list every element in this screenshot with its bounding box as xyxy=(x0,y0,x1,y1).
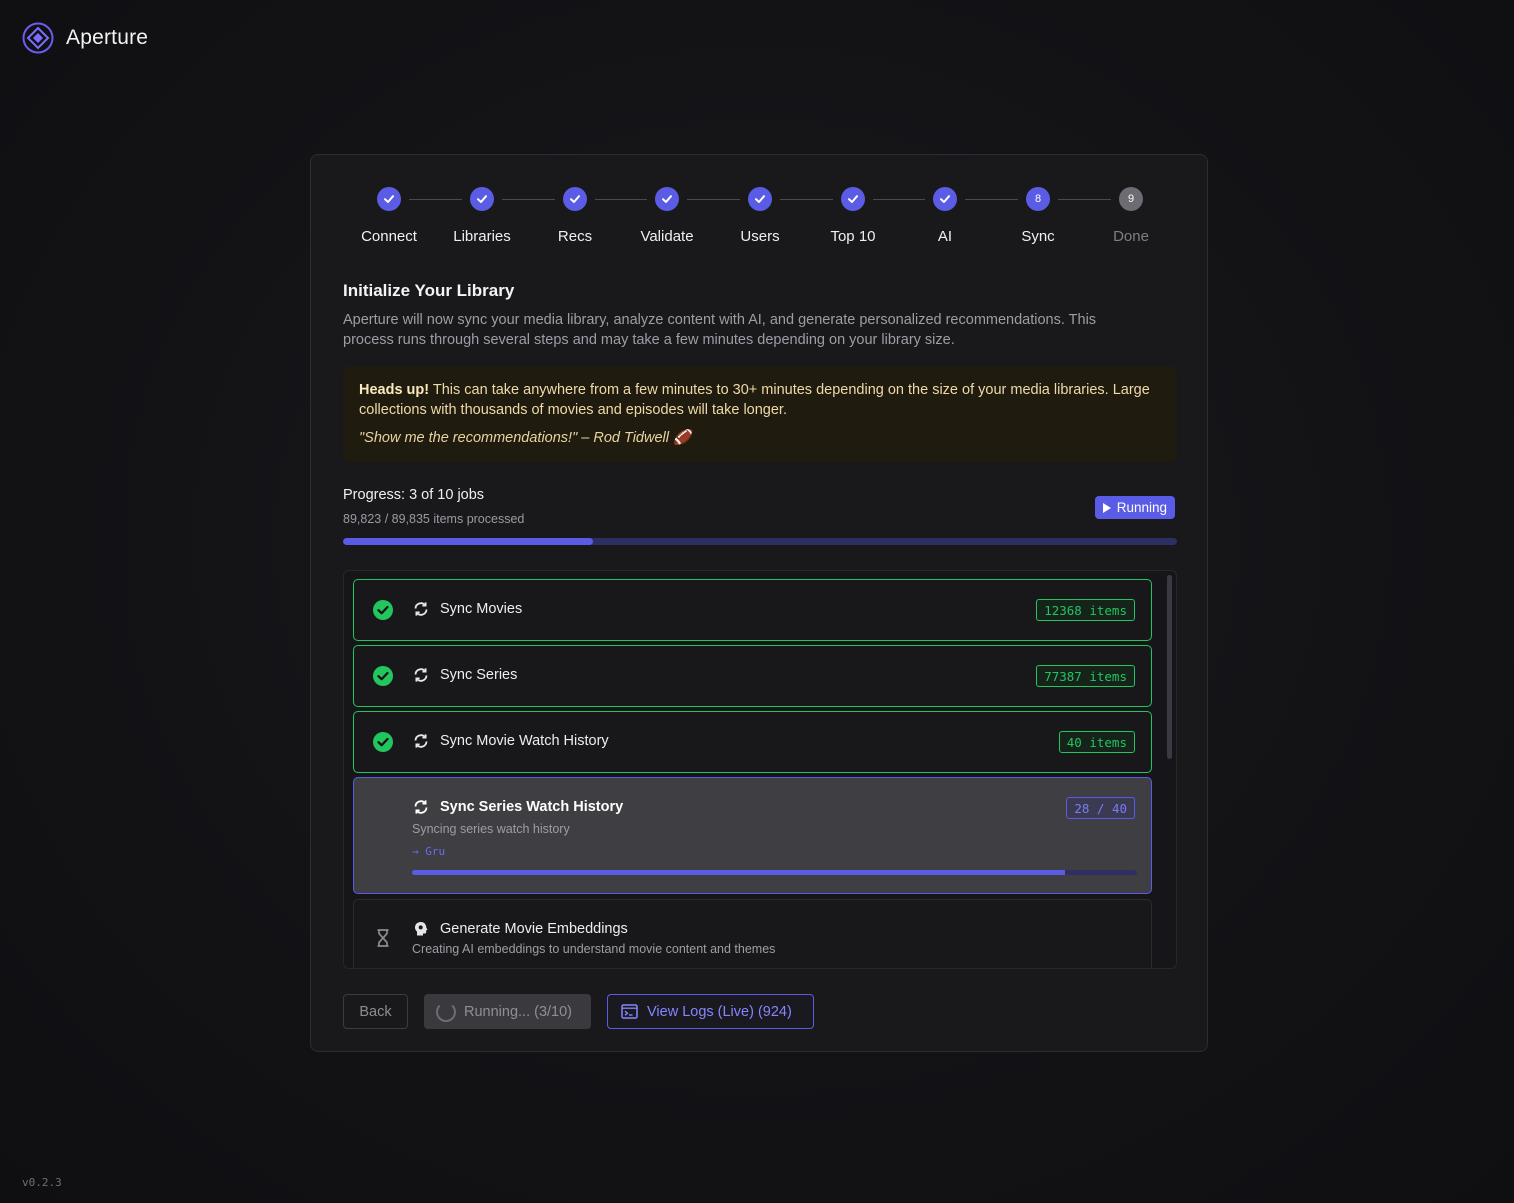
alert-quote: "Show me the recommendations!" – Rod Tid… xyxy=(359,430,692,446)
view-logs-button[interactable]: View Logs (Live) (924) xyxy=(607,994,814,1029)
step-label: Users xyxy=(740,228,780,245)
step-label: Sync xyxy=(1021,228,1055,245)
setup-wizard-card: Connect Libraries Recs Validate Users Top 10 A… xyxy=(310,154,1208,1052)
sync-icon xyxy=(414,800,428,814)
step-check-icon xyxy=(377,187,401,211)
job-name: Generate Movie Embeddings xyxy=(440,921,628,937)
step-check-icon xyxy=(748,187,772,211)
job-current-item: → Gru xyxy=(412,845,446,858)
job-item-sync-series-watch-history: Sync Series Watch History 28 / 40 Syncin… xyxy=(353,777,1152,894)
step-sync: 8 Sync xyxy=(988,187,1088,245)
progress-items: 89,823 / 89,835 items processed xyxy=(343,512,525,526)
sync-icon xyxy=(414,734,428,748)
running-status-badge: Running xyxy=(1094,496,1175,519)
step-check-icon xyxy=(563,187,587,211)
check-circle-icon xyxy=(373,732,393,752)
terminal-icon xyxy=(621,1004,638,1019)
step-label: Libraries xyxy=(453,228,511,245)
alert-body: This can take anywhere from a few minute… xyxy=(359,382,1150,418)
step-label: Connect xyxy=(361,228,417,245)
section-description: Aperture will now sync your media librar… xyxy=(343,312,1097,348)
step-check-icon xyxy=(655,187,679,211)
step-label: Top 10 xyxy=(830,228,876,245)
sync-icon xyxy=(414,668,428,682)
step-label: Done xyxy=(1113,228,1149,245)
job-name: Sync Movies xyxy=(440,601,523,617)
section-title: Initialize Your Library xyxy=(343,281,515,300)
heads-up-alert: Heads up! This can take anywhere from a … xyxy=(343,366,1177,462)
step-users: Users xyxy=(710,187,810,245)
jobs-scrollbar[interactable] xyxy=(1167,575,1172,759)
step-number: 9 xyxy=(1119,187,1143,211)
play-icon xyxy=(1102,502,1111,513)
step-label: Validate xyxy=(640,228,694,245)
job-progress-bar xyxy=(412,870,1137,875)
app-name: Aperture xyxy=(66,26,149,49)
check-circle-icon xyxy=(373,600,393,620)
job-count-badge: 77387 items xyxy=(1036,665,1135,687)
job-description: Creating AI embeddings to understand mov… xyxy=(412,942,776,956)
view-logs-label: View Logs (Live) (924) xyxy=(647,1003,792,1020)
alert-heading: Heads up! xyxy=(359,382,430,398)
setup-stepper: Connect Libraries Recs Validate Users Top 10 A… xyxy=(343,187,1177,257)
job-item-sync-movie-watch-history: Sync Movie Watch History 40 items xyxy=(353,711,1152,773)
step-label: Recs xyxy=(557,228,593,245)
hourglass-icon xyxy=(377,929,389,947)
aperture-logo-icon xyxy=(22,22,54,54)
step-label: AI xyxy=(937,228,953,245)
running-button-label: Running... (3/10) xyxy=(464,1003,573,1020)
job-item-sync-series: Sync Series 77387 items xyxy=(353,645,1152,707)
sync-icon xyxy=(414,602,428,616)
spinner-icon xyxy=(436,1001,456,1022)
step-libraries: Libraries xyxy=(432,187,532,245)
job-count-badge: 40 items xyxy=(1058,731,1135,753)
check-circle-icon xyxy=(373,666,393,686)
job-count-badge: 28 / 40 xyxy=(1066,797,1135,819)
step-number: 8 xyxy=(1026,187,1050,211)
step-connect: Connect xyxy=(339,187,439,245)
app-version: v0.2.3 xyxy=(22,1176,62,1189)
job-name: Sync Movie Watch History xyxy=(440,733,609,749)
job-item-sync-movies: Sync Movies 12368 items xyxy=(353,579,1152,641)
back-button[interactable]: Back xyxy=(343,994,408,1029)
job-description: Syncing series watch history xyxy=(412,822,570,836)
running-status-label: Running xyxy=(1116,500,1167,515)
step-done: 9 Done xyxy=(1081,187,1181,245)
job-item-generate-movie-embeddings: Generate Movie Embeddings Creating AI em… xyxy=(353,899,1152,968)
overall-progress-bar xyxy=(343,538,1177,545)
step-check-icon xyxy=(841,187,865,211)
step-recs: Recs xyxy=(525,187,625,245)
app-brand[interactable]: Aperture xyxy=(22,22,148,54)
job-name: Sync Series Watch History xyxy=(440,799,624,815)
brain-icon xyxy=(415,922,428,936)
step-validate: Validate xyxy=(617,187,717,245)
job-count-badge: 12368 items xyxy=(1036,599,1135,621)
step-ai: AI xyxy=(895,187,995,245)
step-check-icon xyxy=(933,187,957,211)
jobs-list[interactable]: Sync Movies 12368 items Sync Series 7738… xyxy=(343,570,1177,969)
step-top-10: Top 10 xyxy=(803,187,903,245)
overall-progress-fill xyxy=(343,538,594,545)
progress-title: Progress: 3 of 10 jobs xyxy=(343,487,485,503)
step-check-icon xyxy=(470,187,494,211)
running-button[interactable]: Running... (3/10) xyxy=(424,994,591,1029)
job-name: Sync Series xyxy=(440,667,518,683)
job-progress-fill xyxy=(412,870,1065,875)
